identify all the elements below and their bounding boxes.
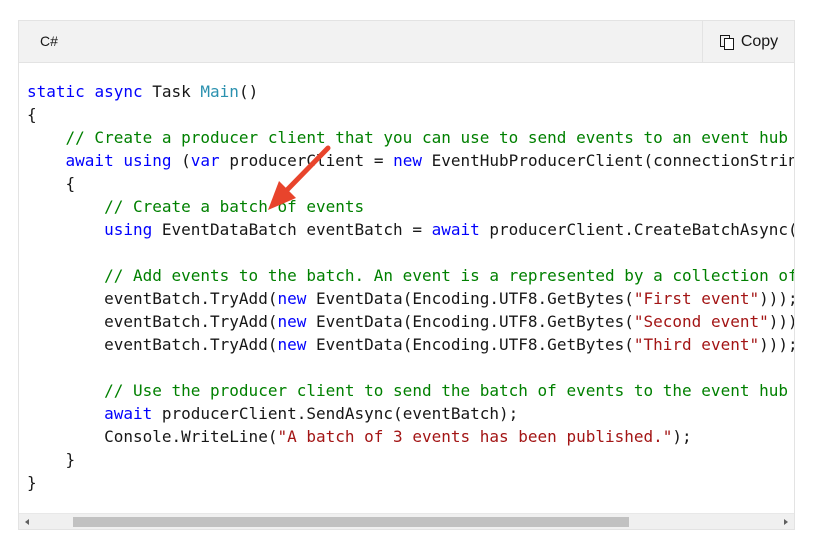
code-line: Console.WriteLine("A batch of 3 events h… bbox=[27, 427, 692, 446]
code-line: } bbox=[27, 450, 76, 469]
copy-button[interactable]: Copy bbox=[702, 21, 794, 62]
code-line: // Create a batch of events bbox=[104, 197, 365, 216]
horizontal-scrollbar[interactable] bbox=[19, 513, 794, 529]
code-header: C# Copy bbox=[19, 21, 794, 63]
code-block: C# Copy static async Task Main() { // Cre… bbox=[18, 20, 795, 530]
code-line: eventBatch.TryAdd(new EventData(Encoding… bbox=[27, 335, 794, 354]
code-line: eventBatch.TryAdd(new EventData(Encoding… bbox=[27, 312, 794, 331]
code-line: eventBatch.TryAdd(new EventData(Encoding… bbox=[27, 289, 794, 308]
code-line: await producerClient.SendAsync(eventBatc… bbox=[104, 404, 519, 423]
scroll-left-button[interactable] bbox=[19, 514, 35, 529]
code-line: await using (var producerClient = new Ev… bbox=[65, 151, 794, 170]
code-line: } bbox=[27, 473, 37, 492]
scroll-right-button[interactable] bbox=[778, 514, 794, 529]
code-line: // Add events to the batch. An event is … bbox=[104, 266, 794, 285]
code-line: { bbox=[27, 174, 76, 193]
code-text: static async Task Main() { // Create a pr… bbox=[27, 80, 794, 494]
code-line: { bbox=[27, 105, 37, 124]
copy-icon bbox=[719, 34, 735, 50]
code-line: static async Task Main() bbox=[27, 82, 259, 101]
chevron-left-icon bbox=[25, 518, 29, 525]
code-area[interactable]: static async Task Main() { // Create a pr… bbox=[19, 63, 794, 513]
scroll-thumb[interactable] bbox=[73, 517, 629, 527]
code-line: using EventDataBatch eventBatch = await … bbox=[104, 220, 794, 239]
code-line: // Create a producer client that you can… bbox=[65, 128, 788, 147]
copy-label: Copy bbox=[740, 32, 779, 50]
code-line: // Use the producer client to send the b… bbox=[104, 381, 788, 400]
language-label: C# bbox=[40, 33, 58, 49]
chevron-right-icon bbox=[784, 518, 788, 525]
